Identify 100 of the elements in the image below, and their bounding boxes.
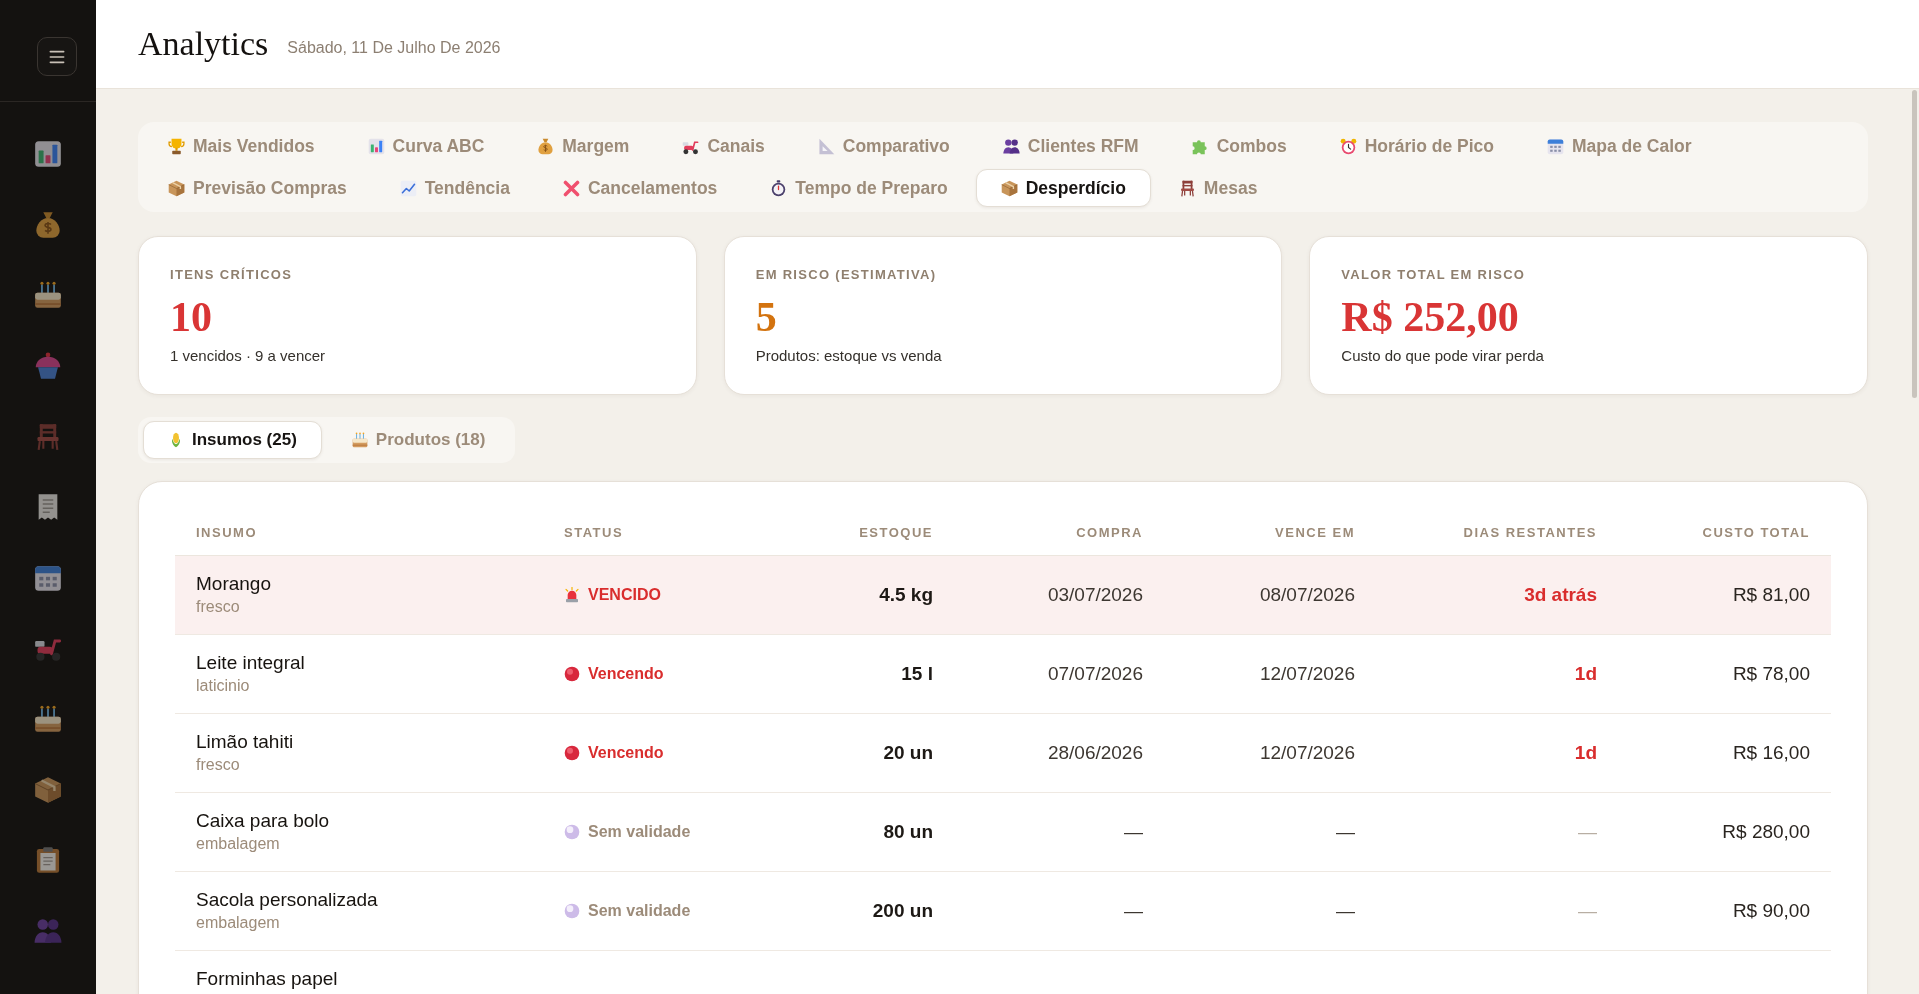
box-icon[interactable] xyxy=(34,775,62,804)
report-tab[interactable]: Mapa de Calor xyxy=(1521,127,1717,165)
kpi-caption: Produtos: estoque vs venda xyxy=(755,346,942,366)
item-name: Forminhas papel xyxy=(196,967,338,990)
report-tab[interactable]: Mesas xyxy=(1153,169,1283,207)
report-tab[interactable]: Tempo de Preparo xyxy=(745,169,973,207)
money-bag-icon xyxy=(537,137,555,155)
report-tab[interactable]: Mais Vendidos xyxy=(143,127,340,165)
list-tab[interactable]: Insumos (25) xyxy=(143,421,322,459)
status-dot-icon xyxy=(564,666,580,682)
purchase-date: — xyxy=(1124,821,1143,843)
kpi-label: VALOR TOTAL EM RISCO xyxy=(1341,267,1526,283)
expiry-date: — xyxy=(1336,900,1355,922)
days-left: 1d xyxy=(1574,742,1597,764)
cake-icon[interactable] xyxy=(34,705,62,734)
bar-chart-icon xyxy=(367,137,385,155)
column-header: INSUMO xyxy=(196,525,257,540)
total-cost: R$ 78,00 xyxy=(1732,663,1810,685)
days-left: — xyxy=(1578,821,1597,843)
stopwatch-icon xyxy=(770,179,788,197)
report-tab[interactable]: Horário de Pico xyxy=(1314,127,1519,165)
cupcake-icon[interactable] xyxy=(34,352,62,381)
kpi-value: 10 xyxy=(170,293,212,341)
expiry-date: 12/07/2026 xyxy=(1259,742,1355,764)
money-bag-icon[interactable] xyxy=(34,210,62,239)
days-left: — xyxy=(1578,900,1597,922)
report-tab[interactable]: Canais xyxy=(657,127,790,165)
column-header: ESTOQUE xyxy=(859,525,933,540)
kpi-caption: 1 vencidos · 9 a vencer xyxy=(170,346,326,366)
alarm-clock-icon xyxy=(1339,137,1357,155)
list-tab[interactable]: Produtos (18) xyxy=(326,421,511,459)
cake-icon xyxy=(351,432,368,448)
column-header: STATUS xyxy=(564,525,624,540)
report-tab[interactable]: Desperdício xyxy=(975,169,1151,207)
expiry-date: 12/07/2026 xyxy=(1259,663,1355,685)
column-header: COMPRA xyxy=(1076,525,1143,540)
status-text: Vencendo xyxy=(588,665,664,683)
stock-amount: 80 un xyxy=(883,821,933,843)
bar-chart-icon[interactable] xyxy=(34,140,62,169)
total-cost: R$ 16,00 xyxy=(1732,742,1810,764)
item-category: fresco xyxy=(196,755,240,775)
calendar-icon[interactable] xyxy=(34,563,62,592)
item-category: embalagem xyxy=(196,834,280,854)
kpi-value: 5 xyxy=(755,293,777,341)
item-name: Caixa para bolo xyxy=(196,809,330,832)
cake-icon[interactable] xyxy=(34,281,62,310)
total-cost: R$ 81,00 xyxy=(1732,584,1810,606)
clipboard-icon[interactable] xyxy=(34,846,62,875)
puzzle-piece-icon xyxy=(1191,137,1209,155)
box-icon xyxy=(168,179,185,197)
item-category: laticinio xyxy=(196,676,250,696)
report-tab[interactable]: Combos xyxy=(1166,127,1312,165)
box-icon xyxy=(1000,179,1018,197)
expiry-date: 08/07/2026 xyxy=(1259,584,1355,606)
cross-icon xyxy=(562,179,580,197)
expiry-date: — xyxy=(1336,821,1355,843)
report-tab[interactable]: Margem xyxy=(512,127,655,165)
stock-amount: 15 l xyxy=(901,663,933,685)
purchase-date: 03/07/2026 xyxy=(1047,584,1143,606)
chair-icon xyxy=(1178,179,1196,197)
purchase-date: 07/07/2026 xyxy=(1047,663,1143,685)
item-name: Limão tahiti xyxy=(196,730,294,753)
menu-button[interactable] xyxy=(37,37,77,76)
report-tab[interactable]: Previsão Compras xyxy=(143,169,372,207)
report-tab[interactable]: Cancelamentos xyxy=(537,169,743,207)
item-name: Sacola personalizada xyxy=(196,888,378,911)
total-cost: R$ 280,00 xyxy=(1722,821,1810,843)
stock-amount: 20 un xyxy=(883,742,933,764)
report-tab[interactable]: Curva ABC xyxy=(342,127,510,165)
scrollbar-thumb[interactable] xyxy=(1912,90,1917,398)
people-icon xyxy=(1002,137,1020,155)
item-name: Leite integral xyxy=(196,651,305,674)
status-dot-icon xyxy=(564,745,580,761)
page-title: Analytics xyxy=(138,25,269,63)
column-header: CUSTO TOTAL xyxy=(1702,525,1810,540)
kpi-caption: Custo do que pode virar perda xyxy=(1341,346,1544,366)
stock-amount: 4.5 kg xyxy=(879,584,933,606)
status-dot-icon xyxy=(564,824,580,840)
column-header: DIAS RESTANTES xyxy=(1463,525,1597,540)
item-category: fresco xyxy=(196,597,240,617)
kpi-label: ITENS CRÍTICOS xyxy=(170,267,293,283)
column-header: VENCE EM xyxy=(1275,525,1355,540)
total-cost: R$ 90,00 xyxy=(1732,900,1810,922)
status-text: Sem validade xyxy=(588,823,691,841)
line-chart-icon xyxy=(399,179,417,197)
report-tab[interactable]: Clientes RFM xyxy=(977,127,1164,165)
purchase-date: — xyxy=(1124,900,1143,922)
status-dot-icon xyxy=(564,903,580,919)
calendar-icon xyxy=(1546,137,1564,155)
trophy-icon xyxy=(168,137,185,155)
report-tab[interactable]: Comparativo xyxy=(792,127,975,165)
page-date: Sábado, 11 De Julho De 2026 xyxy=(287,39,501,57)
purchase-date: 28/06/2026 xyxy=(1047,742,1143,764)
days-left: 3d atrás xyxy=(1524,584,1597,606)
item-name: Morango xyxy=(196,572,271,595)
item-category: embalagem xyxy=(196,913,280,933)
menu-icon xyxy=(49,48,65,65)
report-tab[interactable]: Tendência xyxy=(374,169,535,207)
status-text: VENCIDO xyxy=(588,586,661,604)
status-text: Vencendo xyxy=(588,744,664,762)
